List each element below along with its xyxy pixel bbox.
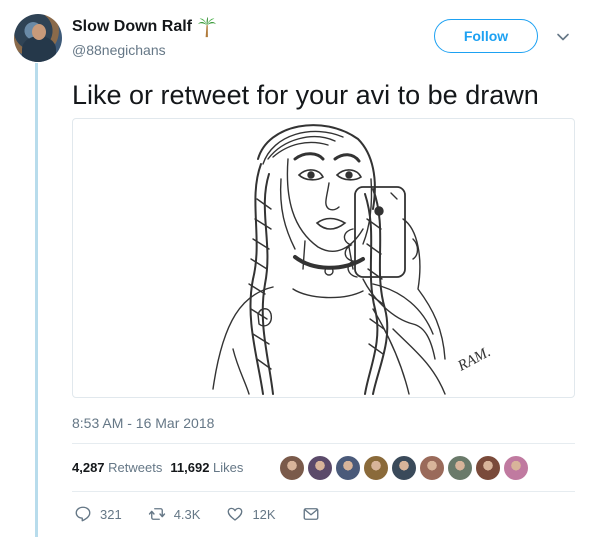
retweets-stat[interactable]: 4,287 Retweets — [72, 460, 162, 475]
user-handle[interactable]: @88negichans — [72, 42, 166, 58]
retweet-icon — [148, 508, 165, 520]
engagement-stats: 4,287 Retweets 11,692 Likes — [72, 460, 243, 475]
palm-tree-icon — [197, 16, 217, 38]
likes-stat[interactable]: 11,692 Likes — [170, 460, 243, 475]
liker-avatar[interactable] — [475, 455, 501, 481]
artist-signature: RAM. — [454, 344, 493, 375]
tweet-timestamp[interactable]: 8:53 AM - 16 Mar 2018 — [72, 415, 214, 431]
liker-avatar[interactable] — [363, 455, 389, 481]
retweet-action[interactable]: 4.3K — [148, 505, 200, 523]
heart-icon — [228, 507, 243, 521]
divider-bottom — [72, 491, 575, 492]
avatar[interactable] — [14, 14, 62, 62]
tweet-actions: 321 4.3K 12K — [74, 505, 346, 523]
liker-avatar[interactable] — [391, 455, 417, 481]
chevron-down-icon[interactable] — [556, 30, 570, 44]
tweet-media-image[interactable]: RAM. — [72, 118, 575, 398]
liker-avatar[interactable] — [503, 455, 529, 481]
liker-avatar[interactable] — [335, 455, 361, 481]
like-action[interactable]: 12K — [226, 505, 276, 523]
display-name[interactable]: Slow Down Ralf — [72, 18, 192, 36]
tweet-text: Like or retweet for your avi to be drawn — [72, 80, 539, 110]
envelope-icon — [303, 508, 319, 520]
divider-top — [72, 443, 575, 444]
liker-avatar[interactable] — [419, 455, 445, 481]
thread-line — [35, 63, 38, 537]
direct-message-action[interactable] — [302, 505, 320, 523]
reply-icon — [75, 506, 91, 522]
user-name-row: Slow Down Ralf — [72, 16, 218, 38]
liker-avatars — [279, 455, 531, 481]
sketch-illustration: RAM. — [212, 124, 493, 395]
liker-avatar[interactable] — [279, 455, 305, 481]
liker-avatar[interactable] — [447, 455, 473, 481]
reply-action[interactable]: 321 — [74, 505, 122, 523]
follow-button[interactable]: Follow — [434, 19, 538, 53]
liker-avatar[interactable] — [307, 455, 333, 481]
